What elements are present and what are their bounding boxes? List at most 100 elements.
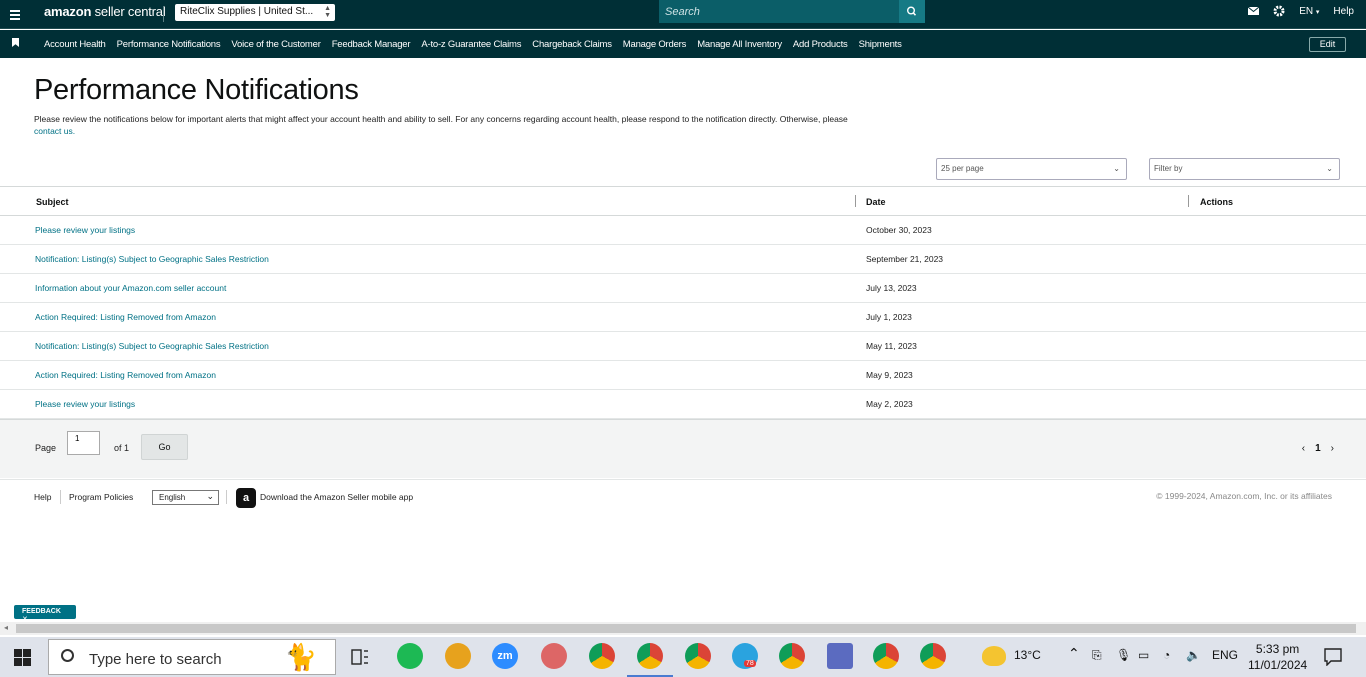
footer-help-link[interactable]: Help (34, 492, 51, 502)
calculator-icon[interactable] (827, 643, 853, 669)
contact-us-link[interactable]: contact us. (34, 126, 75, 136)
scroll-left-icon[interactable]: ◂ (4, 623, 8, 632)
nav-shipments[interactable]: Shipments (859, 39, 902, 50)
notification-subject-link[interactable]: Notification: Listing(s) Subject to Geog… (35, 341, 269, 351)
notification-subject-link[interactable]: Notification: Listing(s) Subject to Geog… (35, 254, 269, 264)
bookmark-icon[interactable] (12, 38, 19, 47)
show-hidden-icons-icon[interactable]: ⌃ (1068, 645, 1080, 662)
weather-icon[interactable] (982, 646, 1006, 666)
store-selector[interactable]: RiteClix Supplies | United St... ▲ ▼ (175, 4, 335, 21)
help-link[interactable]: Help (1333, 6, 1354, 17)
notification-date: October 30, 2023 (866, 225, 932, 235)
logo-prefix: amazon (44, 4, 92, 19)
feedback-button[interactable]: FEEDBACK ✕ (14, 605, 76, 623)
taskbar-search-placeholder: Type here to search (89, 651, 222, 668)
page-footer: Help Program Policies English ⌄ a Downlo… (0, 479, 1366, 519)
notification-subject-link[interactable]: Please review your listings (35, 399, 135, 409)
gear-icon[interactable] (1273, 5, 1285, 17)
chevron-down-icon: ⌄ (1113, 164, 1120, 173)
nav-performance-notifications[interactable]: Performance Notifications (117, 39, 221, 50)
language-menu[interactable]: EN ▾ (1299, 6, 1319, 17)
nav-manage-inventory[interactable]: Manage All Inventory (697, 39, 782, 50)
app-icon[interactable] (445, 643, 471, 669)
chrome-profile-icon[interactable] (589, 643, 615, 669)
table-row: Action Required: Listing Removed from Am… (0, 361, 1366, 390)
page-title: Performance Notifications (34, 74, 359, 106)
nav-manage-orders[interactable]: Manage Orders (623, 39, 687, 50)
zoom-icon[interactable]: zm (492, 643, 518, 669)
notification-subject-link[interactable]: Information about your Amazon.com seller… (35, 283, 226, 293)
search-icon (61, 649, 74, 662)
nav-links: Account Health Performance Notifications… (44, 39, 902, 50)
notification-subject-link[interactable]: Please review your listings (35, 225, 135, 235)
language-select-value: English (159, 493, 186, 502)
meet-now-icon[interactable]: ⎘ (1092, 648, 1102, 663)
next-page-icon[interactable]: › (1331, 443, 1334, 454)
wifi-icon[interactable]: ◔ (1163, 648, 1170, 662)
chrome-profile-icon[interactable] (779, 643, 805, 669)
volume-icon[interactable]: 🔈 (1186, 648, 1201, 662)
search-input[interactable] (659, 0, 899, 23)
current-page-number: 1 (1315, 443, 1321, 454)
menu-icon[interactable] (4, 3, 26, 25)
chrome-profile-icon[interactable] (920, 643, 946, 669)
spotify-icon[interactable] (397, 643, 423, 669)
header-date[interactable]: Date (866, 197, 886, 207)
header-subject[interactable]: Subject (36, 197, 69, 207)
table-row: Action Required: Listing Removed from Am… (0, 303, 1366, 332)
chevron-down-icon: ⌄ (1326, 164, 1333, 173)
input-language[interactable]: ENG (1212, 648, 1238, 662)
table-row: Notification: Listing(s) Subject to Geog… (0, 332, 1366, 361)
notification-subject-link[interactable]: Action Required: Listing Removed from Am… (35, 370, 216, 380)
nav-chargeback-claims[interactable]: Chargeback Claims (532, 39, 612, 50)
telegram-badge: 78 (744, 660, 756, 667)
edit-nav-button[interactable]: Edit (1309, 37, 1346, 52)
language-select[interactable]: English ⌄ (152, 490, 219, 505)
notification-date: May 9, 2023 (866, 370, 913, 380)
battery-icon[interactable]: ▭ (1138, 648, 1149, 662)
top-header: amazon seller central RiteClix Supplies … (0, 0, 1366, 29)
task-view-icon[interactable] (351, 649, 369, 665)
scrollbar-thumb[interactable] (16, 624, 1356, 633)
telegram-icon[interactable]: 78 (732, 643, 758, 669)
filter-select[interactable]: Filter by ⌄ (1149, 158, 1340, 180)
snipping-tool-icon[interactable] (541, 643, 567, 669)
microphone-icon[interactable]: 🎙 (1116, 648, 1131, 662)
horizontal-scrollbar[interactable]: ◂ (0, 622, 1366, 635)
footer-divider (60, 490, 61, 504)
column-divider (1188, 195, 1189, 207)
nav-a-to-z-claims[interactable]: A-to-z Guarantee Claims (421, 39, 521, 50)
notification-subject-link[interactable]: Action Required: Listing Removed from Am… (35, 312, 216, 322)
windows-start-icon[interactable] (14, 649, 31, 666)
nav-account-health[interactable]: Account Health (44, 39, 106, 50)
download-app-link[interactable]: Download the Amazon Seller mobile app (260, 492, 413, 502)
mail-icon[interactable] (1248, 7, 1260, 15)
chrome-profile-icon[interactable] (685, 643, 711, 669)
page-number-input[interactable] (67, 431, 100, 455)
nav-add-products[interactable]: Add Products (793, 39, 848, 50)
weather-temperature[interactable]: 13°C (1014, 648, 1041, 662)
page-navigation: ‹ 1 › (1302, 443, 1334, 454)
per-page-select[interactable]: 25 per page ⌄ (936, 158, 1127, 180)
chrome-profile-icon[interactable] (637, 643, 663, 669)
go-button[interactable]: Go (141, 434, 188, 460)
notification-date: July 13, 2023 (866, 283, 917, 293)
bookmark-nav-bar: Account Health Performance Notifications… (0, 30, 1366, 58)
taskbar-clock[interactable]: 5:33 pm 11/01/2024 (1248, 641, 1307, 673)
chrome-profile-icon[interactable] (873, 643, 899, 669)
seller-central-logo[interactable]: amazon seller central (44, 4, 166, 19)
prev-page-icon[interactable]: ‹ (1302, 443, 1305, 454)
copyright-text: © 1999-2024, Amazon.com, Inc. or its aff… (1156, 491, 1332, 501)
footer-divider (226, 490, 227, 504)
notifications-table: Subject Date Actions Please review your … (0, 186, 1366, 419)
footer-program-policies-link[interactable]: Program Policies (69, 492, 133, 502)
nav-feedback-manager[interactable]: Feedback Manager (332, 39, 411, 50)
amazon-seller-app-icon[interactable]: a (236, 488, 256, 508)
store-name: RiteClix Supplies | United St... (180, 6, 314, 17)
table-row: Information about your Amazon.com seller… (0, 274, 1366, 303)
nav-voice-of-customer[interactable]: Voice of the Customer (231, 39, 320, 50)
taskbar-search-box[interactable]: Type here to search 🐈 (48, 639, 336, 675)
search-button[interactable] (899, 0, 925, 23)
per-page-value: 25 per page (941, 164, 984, 173)
notification-center-icon[interactable] (1324, 648, 1342, 666)
